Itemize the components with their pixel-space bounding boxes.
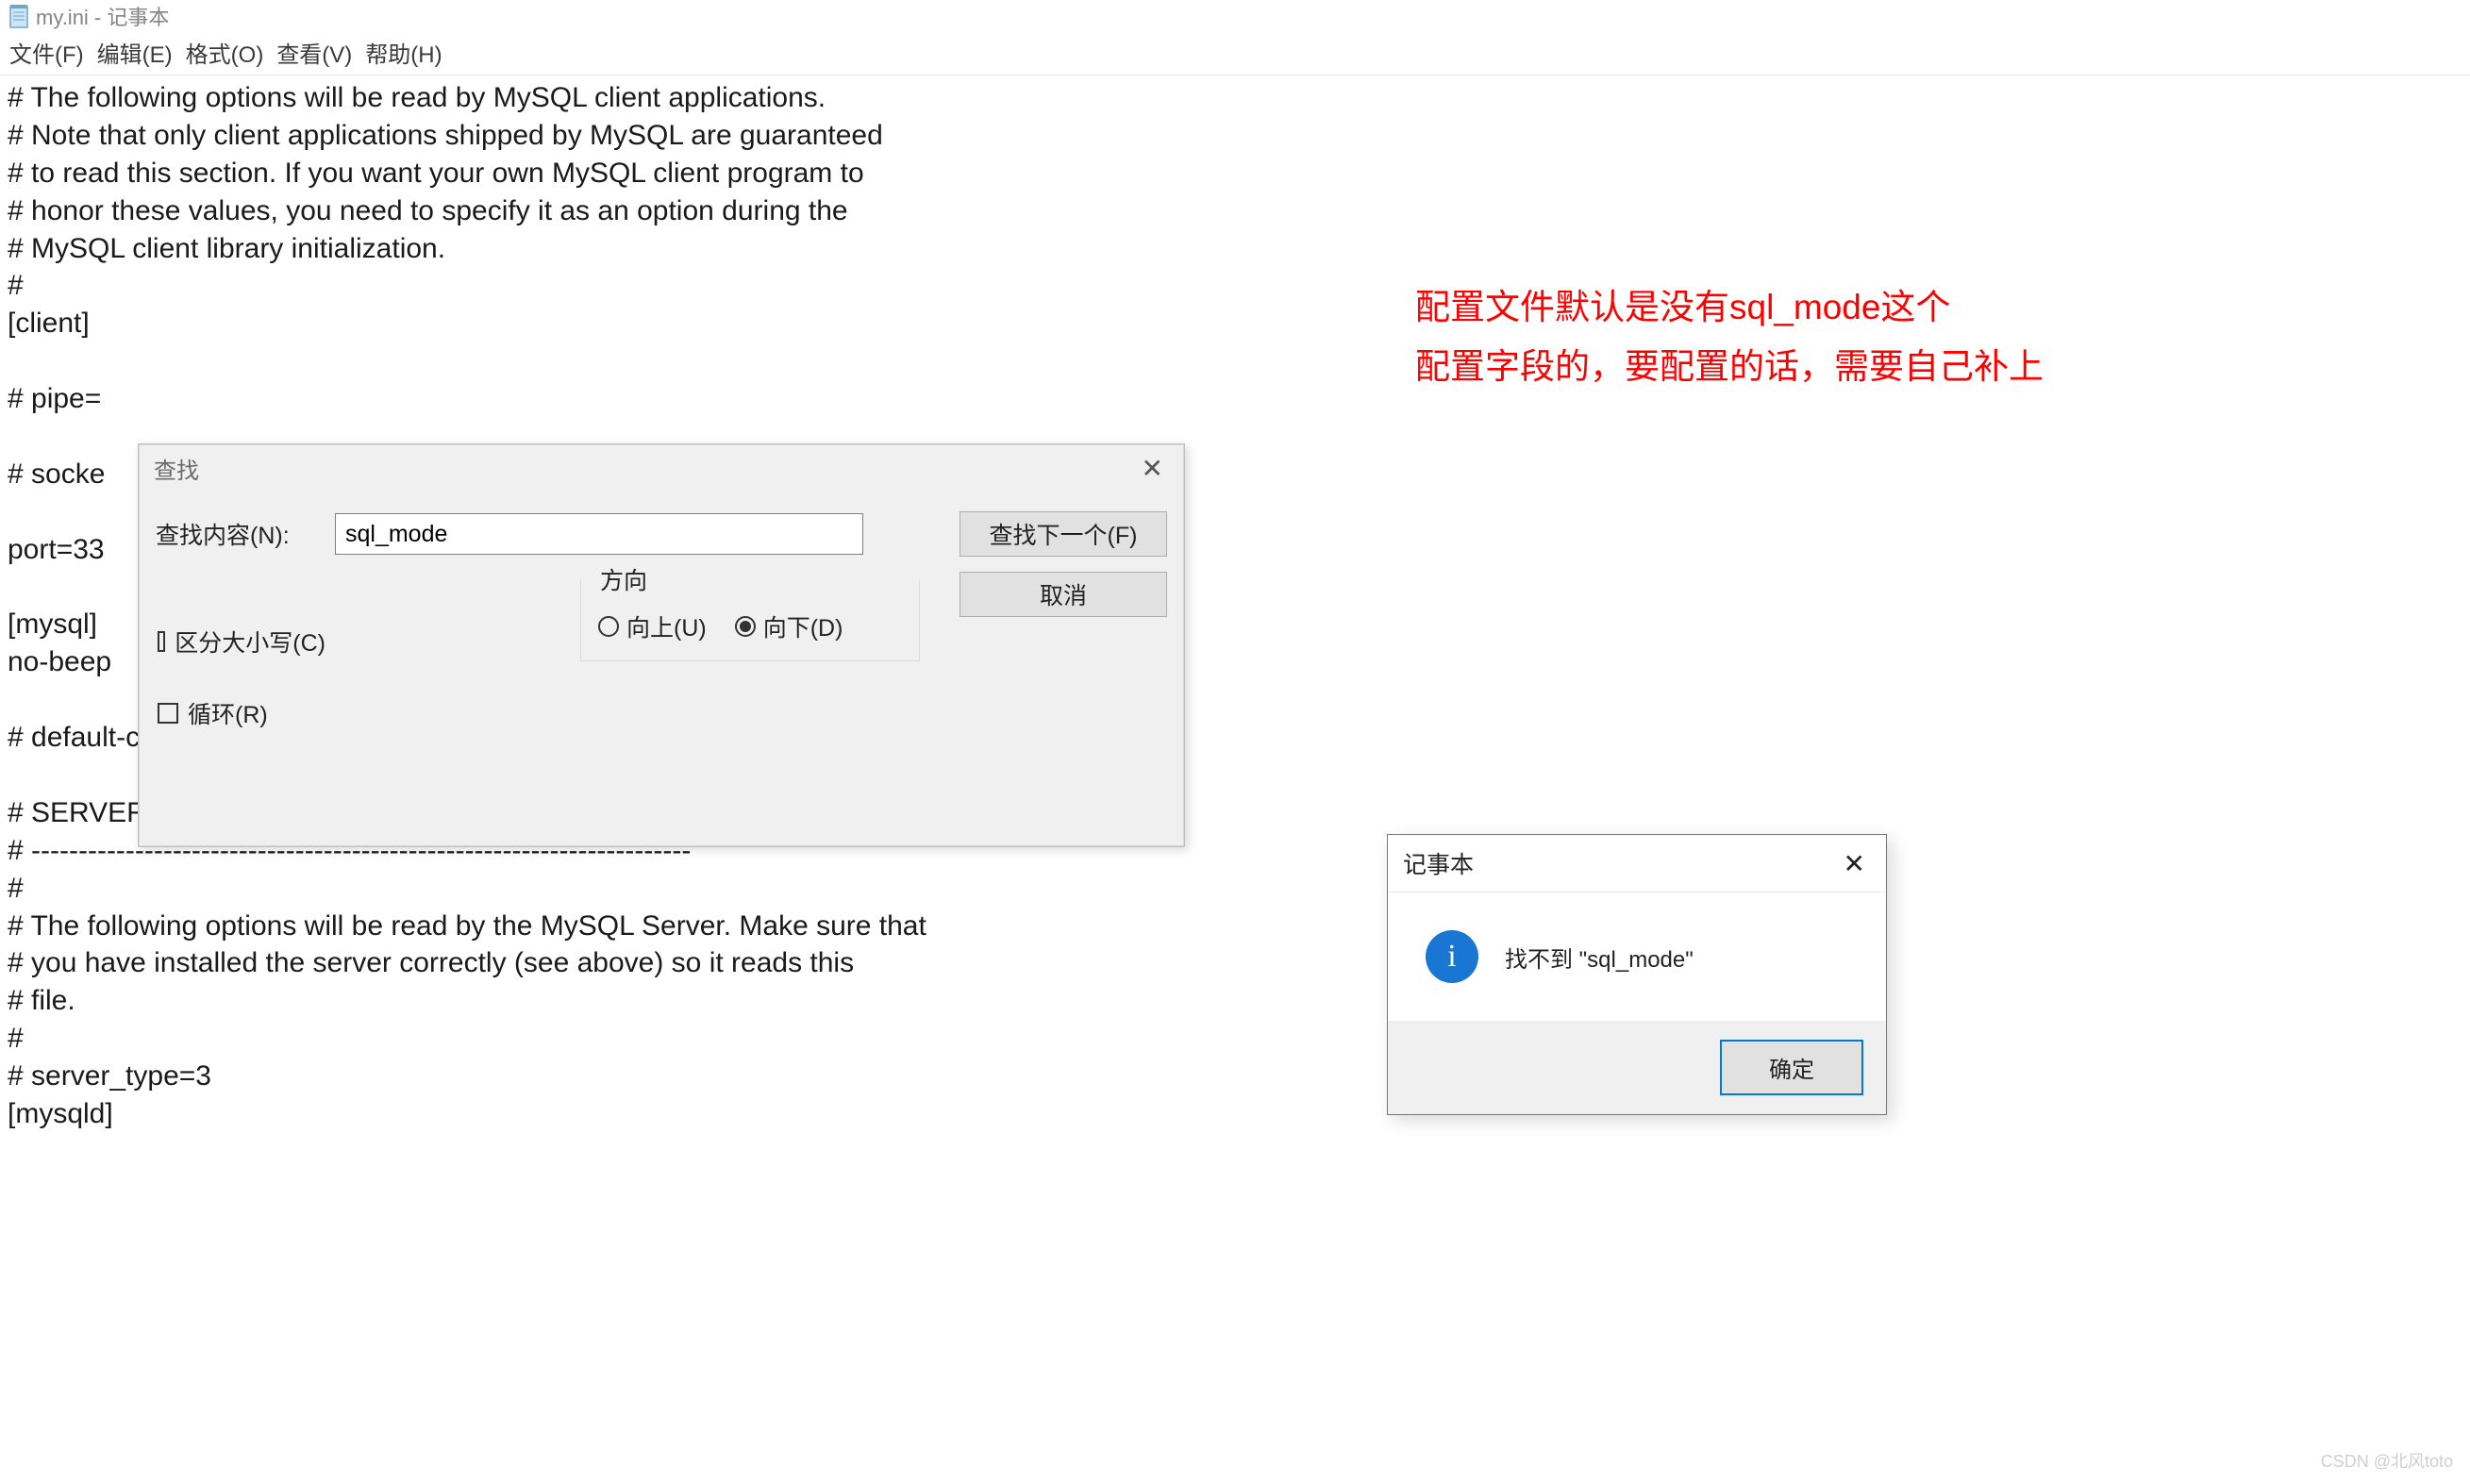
find-dialog: 查找 ✕ 查找内容(N): 查找下一个(F) 区分大小写(C) 循环(R) 方向… [138, 443, 1185, 847]
info-icon: i [1426, 930, 1478, 983]
find-dialog-titlebar: 查找 ✕ [139, 444, 1184, 492]
watermark: CSDN @北风toto [2321, 1448, 2453, 1473]
match-case-label: 区分大小写(C) [175, 625, 325, 659]
checkbox-icon [158, 631, 165, 652]
message-text: 找不到 "sql_mode" [1505, 941, 1694, 974]
wrap-checkbox[interactable]: 循环(R) [158, 696, 325, 730]
wrap-label: 循环(R) [188, 696, 268, 730]
close-icon[interactable]: ✕ [1838, 848, 1871, 879]
direction-group: 方向 向上(U) 向下(D) [580, 579, 920, 661]
find-next-button[interactable]: 查找下一个(F) [960, 511, 1167, 557]
find-dialog-title: 查找 [154, 452, 199, 485]
message-title: 记事本 [1403, 846, 1474, 880]
find-input[interactable] [335, 513, 863, 555]
menu-file[interactable]: 文件(F) [9, 36, 84, 69]
message-titlebar: 记事本 ✕ [1388, 835, 1886, 892]
titlebar: my.ini - 记事本 [0, 0, 2470, 32]
direction-up-label: 向上(U) [626, 609, 707, 643]
match-case-checkbox[interactable]: 区分大小写(C) [158, 625, 325, 659]
window-title: my.ini - 记事本 [36, 1, 169, 31]
cancel-button[interactable]: 取消 [960, 572, 1167, 617]
menu-view[interactable]: 查看(V) [276, 36, 352, 69]
direction-legend: 方向 [594, 562, 653, 596]
message-dialog: 记事本 ✕ i 找不到 "sql_mode" 确定 [1387, 834, 1887, 1115]
close-icon[interactable]: ✕ [1136, 453, 1169, 484]
direction-down-radio[interactable]: 向下(D) [735, 609, 843, 643]
message-body: i 找不到 "sql_mode" [1388, 892, 1886, 1021]
notepad-icon [8, 3, 30, 29]
menu-format[interactable]: 格式(O) [186, 36, 264, 69]
direction-up-radio[interactable]: 向上(U) [598, 609, 707, 643]
menubar: 文件(F) 编辑(E) 格式(O) 查看(V) 帮助(H) [0, 32, 2470, 75]
find-content-label: 查找内容(N): [156, 517, 325, 551]
annotation-line1: 配置文件默认是没有sql_mode这个 [1415, 278, 2044, 338]
message-footer: 确定 [1388, 1021, 1886, 1114]
checkbox-icon [158, 703, 178, 724]
menu-help[interactable]: 帮助(H) [365, 36, 442, 69]
menu-edit[interactable]: 编辑(E) [97, 36, 173, 69]
annotation-text: 配置文件默认是没有sql_mode这个 配置字段的，要配置的话，需要自己补上 [1415, 278, 2044, 397]
radio-icon [735, 616, 756, 637]
direction-down-label: 向下(D) [763, 609, 843, 643]
ok-button[interactable]: 确定 [1720, 1040, 1863, 1095]
annotation-line2: 配置字段的，要配置的话，需要自己补上 [1415, 338, 2044, 397]
radio-icon [598, 616, 619, 637]
